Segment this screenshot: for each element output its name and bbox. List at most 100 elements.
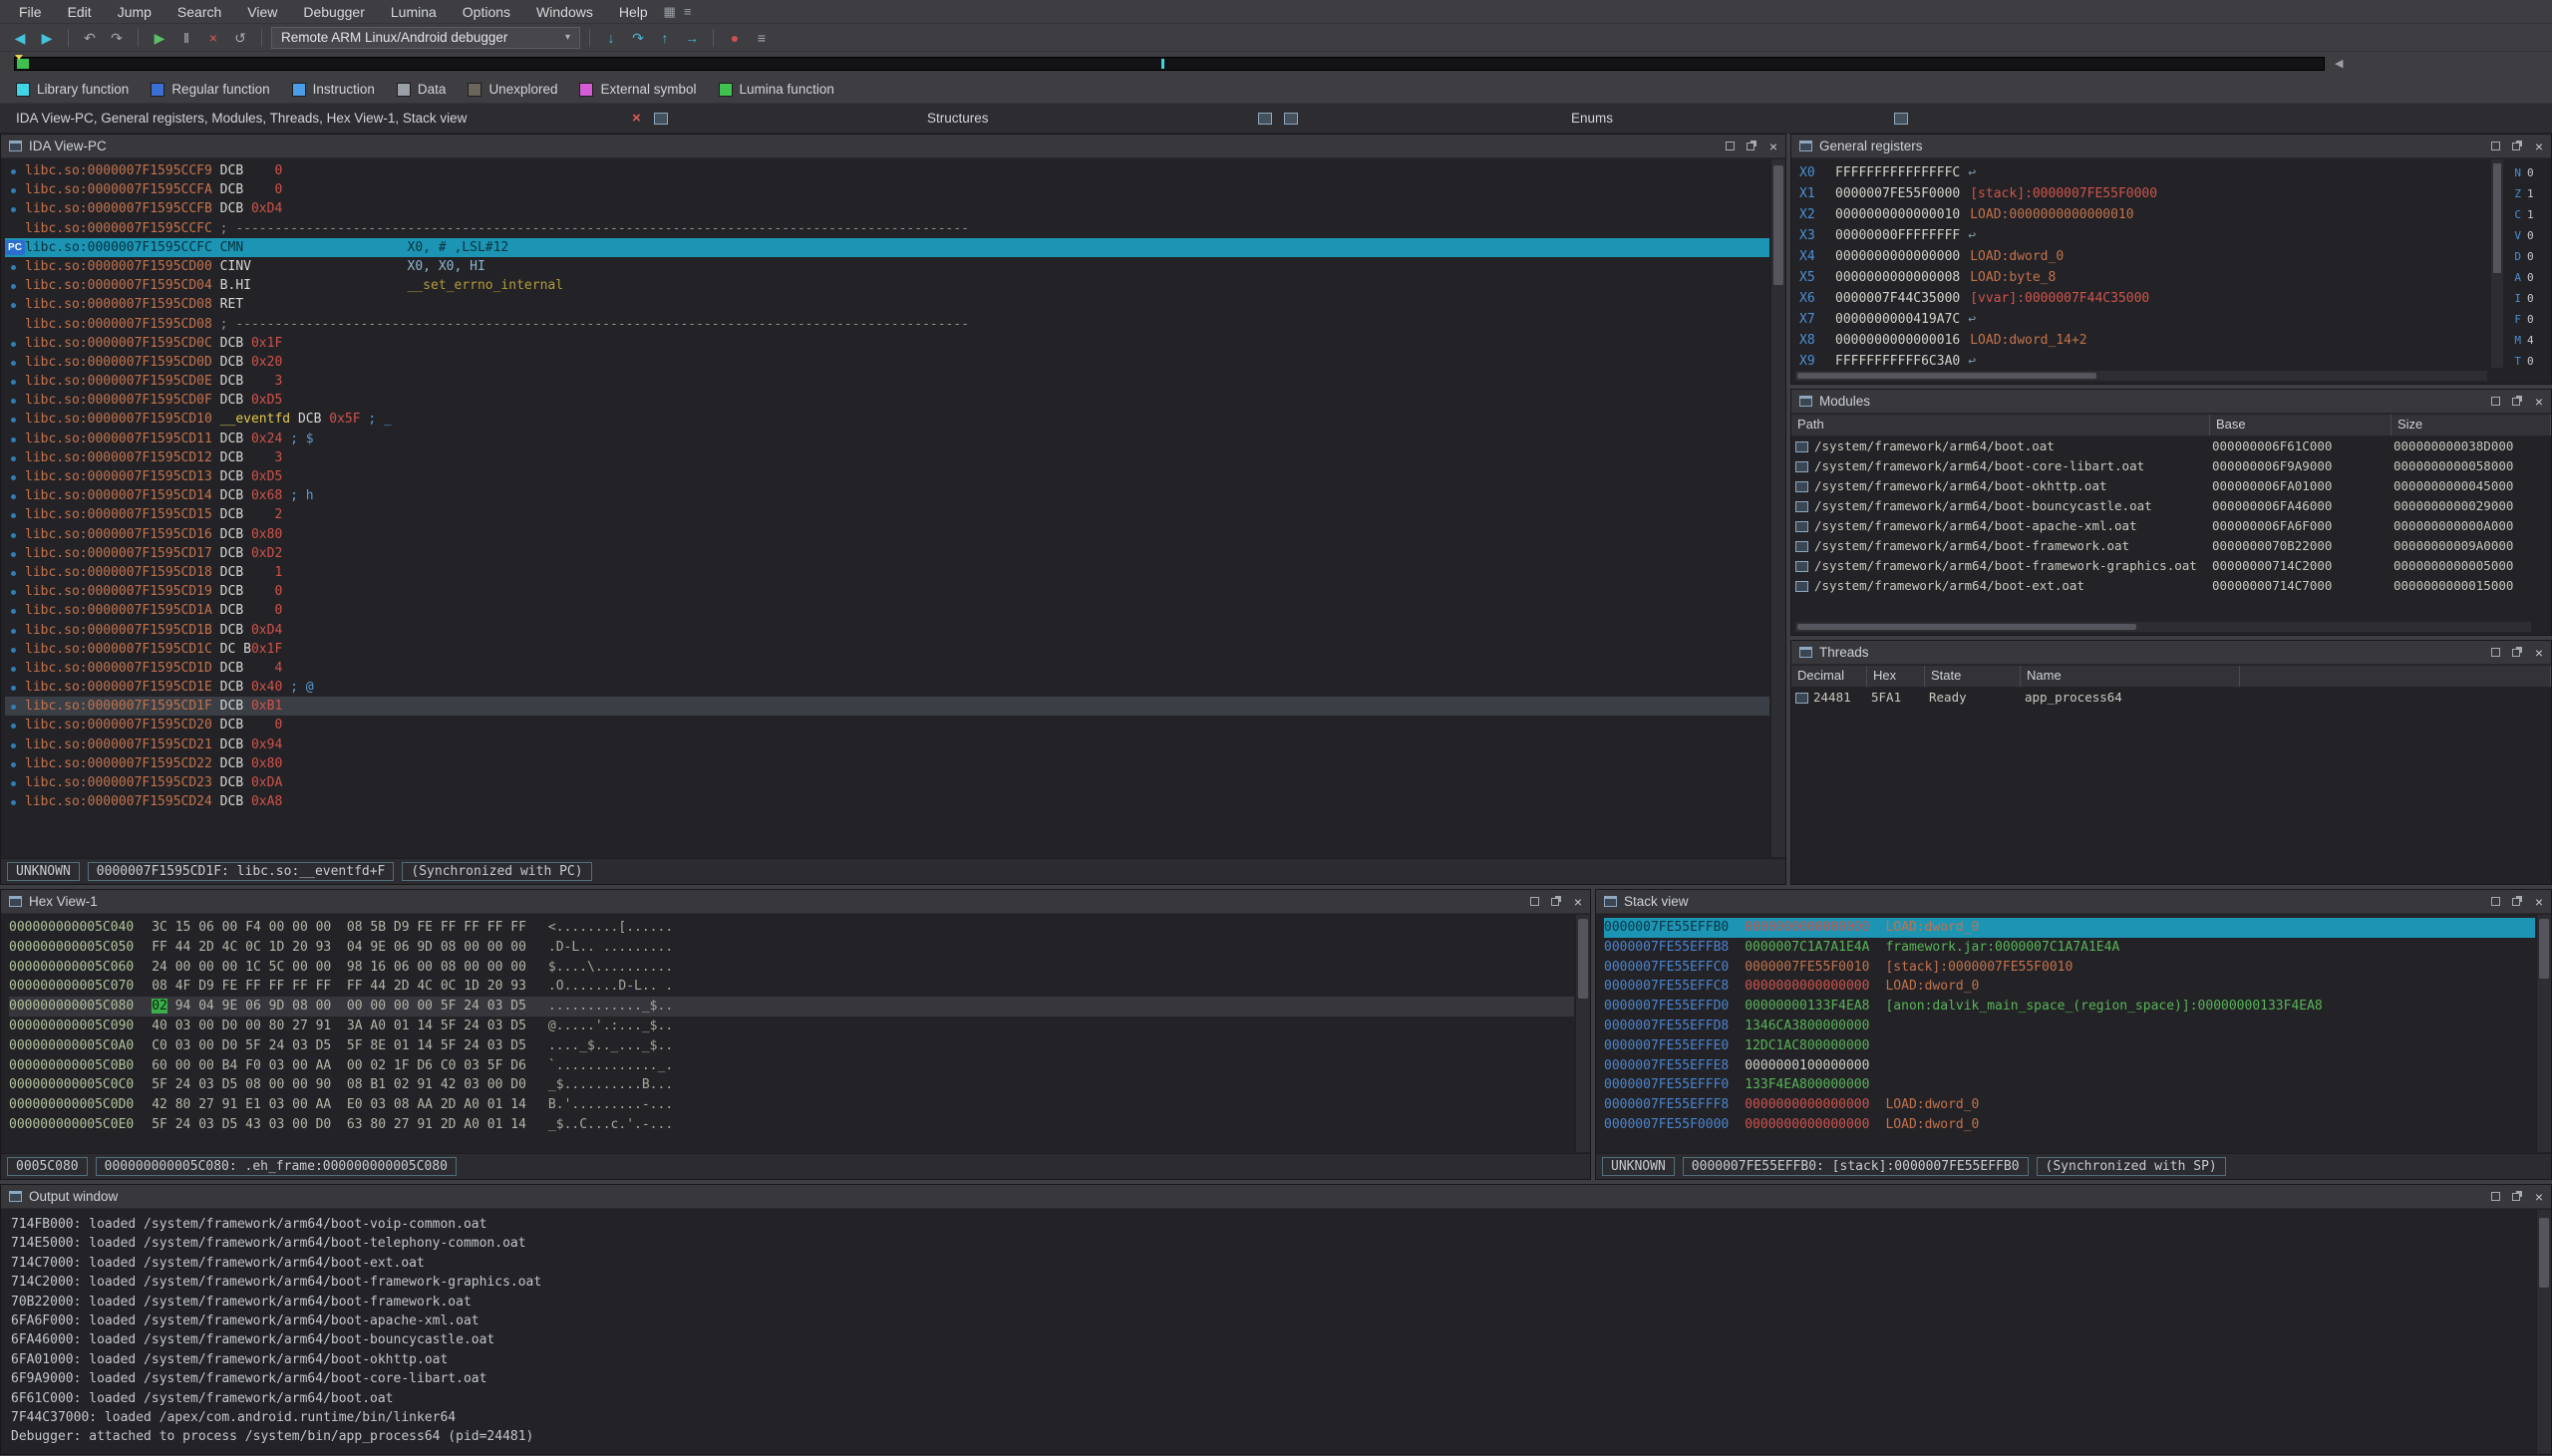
disasm-line[interactable]: libc.so:0000007F1595CD18 DCB 1 xyxy=(5,563,1769,582)
menu-lumina[interactable]: Lumina xyxy=(378,0,450,24)
register-row[interactable]: X20000000000000010LOAD:0000000000000010 xyxy=(1799,204,2487,225)
menu-windows[interactable]: Windows xyxy=(523,0,606,24)
disasm-line[interactable]: libc.so:0000007F1595CD20 DCB 0 xyxy=(5,716,1769,734)
hex-row[interactable]: 000000000005C0A0C0 03 00 D0 5F 24 03 D5 … xyxy=(9,1036,1574,1056)
register-row[interactable]: X40000000000000000LOAD:dword_0 xyxy=(1799,246,2487,267)
close-icon[interactable]: × xyxy=(2535,397,2543,407)
close-icon[interactable]: × xyxy=(1574,897,1582,907)
disasm-line[interactable]: libc.so:0000007F1595CD1F DCB 0xB1 xyxy=(5,697,1769,716)
hex-row[interactable]: 000000000005C0B060 00 00 B4 F0 03 00 AA … xyxy=(9,1056,1574,1076)
disasm-line[interactable]: libc.so:0000007F1595CD08 RET xyxy=(5,295,1769,314)
disasm-line[interactable]: libc.so:0000007F1595CD15 DCB 2 xyxy=(5,505,1769,524)
disasm-line[interactable]: libc.so:0000007F1595CCFA DCB 0 xyxy=(5,180,1769,199)
stack-row[interactable]: 0000007FE55EFFD000000000133F4EA8[anon:da… xyxy=(1604,997,2535,1017)
scrollbar-thumb[interactable] xyxy=(2493,163,2501,273)
output-titlebar[interactable]: Output window × xyxy=(1,1185,2551,1209)
module-row[interactable]: /system/framework/arm64/boot-apache-xml.… xyxy=(1791,516,2551,536)
close-icon[interactable]: × xyxy=(2535,648,2543,658)
menu-options[interactable]: Options xyxy=(450,0,523,24)
continue-process-icon[interactable]: ▶ xyxy=(148,26,171,50)
stack-row[interactable]: 0000007FE55EFFD81346CA3800000000 xyxy=(1604,1017,2535,1036)
stack-row[interactable]: 0000007FE55F00000000000000000000LOAD:dwo… xyxy=(1604,1115,2535,1135)
column-name[interactable]: Name xyxy=(2021,666,2240,687)
ida-view-titlebar[interactable]: IDA View-PC × xyxy=(1,135,1785,158)
menu-view[interactable]: View xyxy=(234,0,290,24)
disasm-line[interactable]: libc.so:0000007F1595CD1B DCB 0xD4 xyxy=(5,621,1769,640)
register-row[interactable]: X70000000000419A7C↩ xyxy=(1799,309,2487,330)
disasm-line[interactable]: libc.so:0000007F1595CD11 DCB 0x24 ; $ xyxy=(5,430,1769,448)
disasm-line[interactable]: libc.so:0000007F1595CD0D DCB 0x20 xyxy=(5,353,1769,372)
column-decimal[interactable]: Decimal xyxy=(1791,666,1867,687)
pause-process-icon[interactable]: ‖ xyxy=(174,26,198,50)
threads-header[interactable]: Decimal Hex State Name xyxy=(1791,666,2551,688)
disassembly-scrollbar[interactable] xyxy=(1770,159,1785,857)
register-row[interactable]: X50000000000000008LOAD:byte_8 xyxy=(1799,267,2487,288)
stack-row[interactable]: 0000007FE55EFFC00000007FE55F0010[stack]:… xyxy=(1604,958,2535,978)
registers-list[interactable]: X0FFFFFFFFFFFFFFFC↩X10000007FE55F0000[st… xyxy=(1791,159,2487,368)
stack-scrollbar[interactable] xyxy=(2536,915,2551,1152)
menu-file[interactable]: File xyxy=(6,0,55,24)
disasm-line[interactable]: libc.so:0000007F1595CD1D DCB 4 xyxy=(5,659,1769,678)
disasm-line[interactable]: libc.so:0000007F1595CD1A DCB 0 xyxy=(5,601,1769,620)
modules-titlebar[interactable]: Modules × xyxy=(1791,390,2551,414)
threads-titlebar[interactable]: Threads × xyxy=(1791,641,2551,665)
disasm-line[interactable]: libc.so:0000007F1595CD13 DCB 0xD5 xyxy=(5,467,1769,486)
register-row[interactable]: X0FFFFFFFFFFFFFFFC↩ xyxy=(1799,162,2487,183)
float-icon[interactable] xyxy=(1747,143,1754,150)
scrollbar-thumb[interactable] xyxy=(1797,373,2096,379)
hex-row[interactable]: 000000000005C0C05F 24 03 D5 08 00 00 90 … xyxy=(9,1075,1574,1095)
column-base[interactable]: Base xyxy=(2210,415,2392,436)
output-scrollbar[interactable] xyxy=(2536,1210,2551,1454)
float-icon[interactable] xyxy=(2512,1193,2520,1201)
scrollbar-thumb[interactable] xyxy=(2539,919,2549,979)
register-row[interactable]: X9FFFFFFFFFFF6C3A0↩ xyxy=(1799,351,2487,368)
float-icon[interactable] xyxy=(2512,649,2520,657)
menu-pin-icon[interactable]: ≡ xyxy=(679,4,697,19)
structures-panel-icon[interactable] xyxy=(1258,113,1272,125)
float-icon[interactable] xyxy=(1551,898,1559,906)
menu-search[interactable]: Search xyxy=(164,0,234,24)
disasm-line[interactable]: libc.so:0000007F1595CD1E DCB 0x40 ; @ xyxy=(5,678,1769,697)
stack-row[interactable]: 0000007FE55EFFE80000000100000000 xyxy=(1604,1056,2535,1076)
output-lines[interactable]: 714FB000: loaded /system/framework/arm64… xyxy=(1,1210,2535,1454)
hex-row[interactable]: 000000000005C050FF 44 2D 4C 0C 1D 20 93 … xyxy=(9,938,1574,958)
disasm-line[interactable]: libc.so:0000007F1595CD10 __eventfd DCB 0… xyxy=(5,410,1769,429)
column-state[interactable]: State xyxy=(1925,666,2021,687)
hex-scrollbar[interactable] xyxy=(1575,915,1590,1152)
module-row[interactable]: /system/framework/arm64/boot-framework-g… xyxy=(1791,556,2551,576)
structures-panel-icon-2[interactable] xyxy=(1284,113,1298,125)
scrollbar-thumb[interactable] xyxy=(1797,624,2136,630)
hex-listing[interactable]: 000000000005C0403C 15 06 00 F4 00 00 00 … xyxy=(1,915,1574,1152)
scrollbar-thumb[interactable] xyxy=(2539,1218,2549,1288)
step-into-icon[interactable]: ↓ xyxy=(599,26,623,50)
hex-row[interactable]: 000000000005C0D042 80 27 91 E1 03 00 AA … xyxy=(9,1095,1574,1115)
breakpoints-icon[interactable]: ● xyxy=(723,26,747,50)
navband-strip[interactable] xyxy=(14,57,2325,71)
disasm-line[interactable]: libc.so:0000007F1595CD19 DCB 0 xyxy=(5,582,1769,601)
maximize-icon[interactable] xyxy=(2491,142,2500,150)
tab-debug-layout[interactable]: IDA View-PC, General registers, Modules,… xyxy=(16,104,467,134)
thread-row[interactable]: 244815FA1Readyapp_process64 xyxy=(1791,688,2551,708)
column-path[interactable]: Path xyxy=(1791,415,2210,436)
disasm-line[interactable]: libc.so:0000007F1595CD1C DC B0x1F xyxy=(5,640,1769,659)
close-icon[interactable]: × xyxy=(2535,1192,2543,1202)
navband-scroll-left-icon[interactable]: ◀ xyxy=(2335,54,2343,74)
disasm-line[interactable]: libc.so:0000007F1595CD0F DCB 0xD5 xyxy=(5,391,1769,410)
maximize-icon[interactable] xyxy=(1726,142,1735,150)
stack-row[interactable]: 0000007FE55EFFF80000000000000000LOAD:dwo… xyxy=(1604,1095,2535,1115)
disasm-line[interactable]: libc.so:0000007F1595CD12 DCB 3 xyxy=(5,448,1769,467)
menu-help[interactable]: Help xyxy=(606,0,661,24)
hex-row[interactable]: 000000000005C0E05F 24 03 D5 43 03 00 D0 … xyxy=(9,1115,1574,1135)
disasm-line[interactable]: libc.so:0000007F1595CCF9 DCB 0 xyxy=(5,161,1769,180)
module-row[interactable]: /system/framework/arm64/boot-ext.oat0000… xyxy=(1791,576,2551,596)
disasm-line[interactable]: libc.so:0000007F1595CD23 DCB 0xDA xyxy=(5,773,1769,792)
disasm-line[interactable]: libc.so:0000007F1595CD14 DCB 0x68 ; h xyxy=(5,486,1769,505)
maximize-icon[interactable] xyxy=(1530,897,1539,906)
disassembly-listing[interactable]: libc.so:0000007F1595CCF9 DCB 0libc.so:00… xyxy=(1,159,1769,857)
register-row[interactable]: X10000007FE55F0000[stack]:0000007FE55F00… xyxy=(1799,183,2487,204)
disasm-line[interactable]: libc.so:0000007F1595CD16 DCB 0x80 xyxy=(5,525,1769,544)
disasm-line[interactable]: PClibc.so:0000007F1595CCFC CMN X0, # ,LS… xyxy=(5,238,1769,257)
menu-jump[interactable]: Jump xyxy=(105,0,164,24)
nav-forward-icon[interactable]: ▶ xyxy=(35,26,59,50)
disasm-line[interactable]: libc.so:0000007F1595CD00 CINV X0, X0, HI xyxy=(5,257,1769,276)
